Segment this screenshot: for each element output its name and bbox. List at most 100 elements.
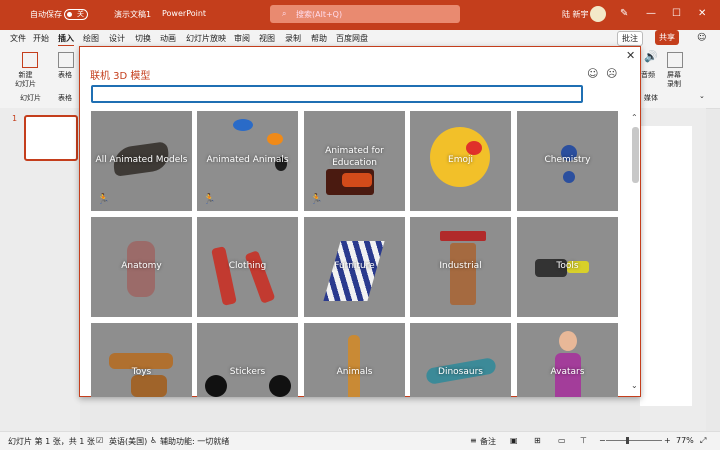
smile-icon[interactable]: ☺ bbox=[587, 67, 598, 80]
tab-slideshow[interactable]: 幻灯片放映 bbox=[186, 33, 226, 44]
new-slide-icon[interactable] bbox=[22, 52, 38, 68]
category-tile[interactable]: Animated for Education 🏃 bbox=[304, 111, 405, 211]
category-tile[interactable]: Animated Animals 🏃 bbox=[197, 111, 298, 211]
table-button[interactable]: 表格 bbox=[58, 71, 72, 80]
notes-icon[interactable]: ≡ bbox=[470, 436, 477, 445]
tab-insert[interactable]: 插入 bbox=[58, 33, 74, 47]
group-tables-label: 表格 bbox=[58, 94, 72, 102]
scroll-down-icon[interactable]: ⌄ bbox=[631, 381, 638, 390]
collapse-ribbon-icon[interactable]: ⌄ bbox=[699, 92, 705, 101]
category-tile[interactable]: Avatars bbox=[517, 323, 618, 397]
animated-icon: 🏃 bbox=[97, 194, 110, 205]
group-slides-label: 幻灯片 bbox=[20, 94, 41, 102]
tab-file[interactable]: 文件 bbox=[10, 33, 26, 44]
category-tile[interactable]: Stickers bbox=[197, 323, 298, 397]
comments-button[interactable]: 批注 bbox=[617, 31, 643, 46]
close-icon[interactable]: ✕ bbox=[626, 49, 635, 62]
tab-design[interactable]: 设计 bbox=[109, 33, 125, 44]
tab-animations[interactable]: 动画 bbox=[160, 33, 176, 44]
tab-baidu[interactable]: 百度网盘 bbox=[336, 33, 368, 44]
spellcheck-icon[interactable]: ☑ bbox=[96, 436, 103, 445]
sorter-view-icon[interactable]: ⊞ bbox=[534, 436, 541, 445]
ribbon-tabs: 文件 开始 插入 绘图 设计 切换 动画 幻灯片放映 审阅 视图 录制 帮助 百… bbox=[0, 30, 720, 47]
category-grid: All Animated Models 🏃 Animated Animals 🏃… bbox=[91, 111, 621, 397]
category-tile[interactable]: Anatomy bbox=[91, 217, 192, 317]
category-tile[interactable]: Animals bbox=[304, 323, 405, 397]
scrollbar-thumb[interactable] bbox=[632, 127, 639, 183]
zoom-in-icon[interactable]: + bbox=[664, 436, 671, 445]
category-tile[interactable]: Tools bbox=[517, 217, 618, 317]
animated-icon: 🏃 bbox=[203, 194, 216, 205]
slide-info: 幻灯片 第 1 张，共 1 张 bbox=[8, 437, 95, 446]
language[interactable]: 英语(美国) bbox=[109, 436, 147, 447]
scroll-up-icon[interactable]: ⌃ bbox=[631, 113, 638, 122]
share-button[interactable]: 共享 bbox=[655, 30, 679, 45]
category-tile[interactable]: Furniture bbox=[304, 217, 405, 317]
dialog-title: 联机 3D 模型 bbox=[90, 71, 151, 82]
category-label: Animated Animals bbox=[206, 155, 289, 165]
dialog-scrollbar[interactable]: ⌃ ⌄ bbox=[631, 111, 640, 393]
doc-title: 演示文稿1 bbox=[114, 10, 152, 19]
audio-icon[interactable]: 🔊 bbox=[644, 51, 658, 62]
frown-icon[interactable]: ☹ bbox=[606, 67, 617, 80]
slide-thumbnail[interactable] bbox=[24, 115, 78, 161]
category-label: Industrial bbox=[439, 261, 482, 271]
autosave-label: 自动保存 bbox=[30, 10, 62, 19]
feedback-icon[interactable]: ☺ bbox=[697, 33, 706, 43]
screen-record-icon[interactable] bbox=[667, 52, 683, 68]
tab-transitions[interactable]: 切换 bbox=[135, 33, 151, 44]
category-label: Furniture bbox=[334, 261, 375, 271]
new-slide-button[interactable]: 新建 幻灯片 bbox=[15, 71, 36, 89]
category-tile[interactable]: Industrial bbox=[410, 217, 511, 317]
avatar[interactable] bbox=[590, 6, 606, 22]
minimize-icon[interactable]: — bbox=[646, 8, 656, 19]
reading-view-icon[interactable]: ▭ bbox=[558, 436, 566, 445]
accessibility-icon[interactable]: ♿ bbox=[150, 436, 157, 445]
model-search-input[interactable] bbox=[91, 85, 583, 103]
notes-button[interactable]: 备注 bbox=[480, 436, 496, 447]
category-label: Animals bbox=[336, 367, 373, 377]
tab-record[interactable]: 录制 bbox=[285, 33, 301, 44]
fit-slide-icon[interactable]: ⤢ bbox=[700, 436, 706, 446]
accessibility-status[interactable]: 辅助功能: 一切就绪 bbox=[160, 436, 229, 447]
tab-draw[interactable]: 绘图 bbox=[83, 33, 99, 44]
zoom-slider[interactable] bbox=[606, 440, 662, 441]
category-tile[interactable]: Dinosaurs bbox=[410, 323, 511, 397]
category-label: All Animated Models bbox=[95, 155, 188, 165]
shoe-shape bbox=[244, 250, 276, 304]
category-tile[interactable]: Chemistry bbox=[517, 111, 618, 211]
slide[interactable] bbox=[640, 126, 692, 406]
group-media-label: 媒体 bbox=[644, 94, 658, 102]
sticker-eye-shape bbox=[205, 375, 227, 397]
zoom-out-icon[interactable]: − bbox=[599, 436, 606, 445]
close-window-icon[interactable]: ✕ bbox=[698, 8, 706, 19]
table-icon[interactable] bbox=[58, 52, 74, 68]
valve-shape bbox=[440, 231, 486, 241]
zoom-slider-thumb[interactable] bbox=[626, 437, 629, 444]
user-name: 陆 新宇 bbox=[562, 10, 589, 19]
category-tile[interactable]: Toys bbox=[91, 323, 192, 397]
category-tile[interactable]: Emoji bbox=[410, 111, 511, 211]
normal-view-icon[interactable]: ▣ bbox=[510, 436, 518, 445]
autosave-toggle[interactable] bbox=[64, 9, 88, 20]
category-label: Anatomy bbox=[121, 261, 162, 271]
category-tile[interactable]: All Animated Models 🏃 bbox=[91, 111, 192, 211]
pipe-shape bbox=[450, 243, 476, 305]
tab-home[interactable]: 开始 bbox=[33, 33, 49, 44]
slideshow-icon[interactable]: ⊤ bbox=[580, 436, 587, 445]
pen-icon[interactable]: ✎ bbox=[620, 8, 628, 19]
search-placeholder: 搜索(Alt+Q) bbox=[296, 10, 343, 19]
category-label: Avatars bbox=[550, 367, 585, 377]
category-label: Dinosaurs bbox=[438, 367, 483, 377]
autosave-state: 关 bbox=[77, 10, 84, 18]
tab-view[interactable]: 视图 bbox=[259, 33, 275, 44]
tab-review[interactable]: 审阅 bbox=[234, 33, 250, 44]
search-box[interactable]: ⌕ 搜索(Alt+Q) bbox=[270, 5, 460, 23]
screen-record-button[interactable]: 屏幕 录制 bbox=[667, 71, 681, 89]
tab-help[interactable]: 帮助 bbox=[311, 33, 327, 44]
category-label: Toys bbox=[131, 367, 152, 377]
audio-button[interactable]: 音频 bbox=[641, 71, 655, 80]
category-tile[interactable]: Clothing bbox=[197, 217, 298, 317]
maximize-icon[interactable]: ☐ bbox=[672, 8, 681, 19]
zoom-level[interactable]: 77% bbox=[676, 436, 694, 445]
